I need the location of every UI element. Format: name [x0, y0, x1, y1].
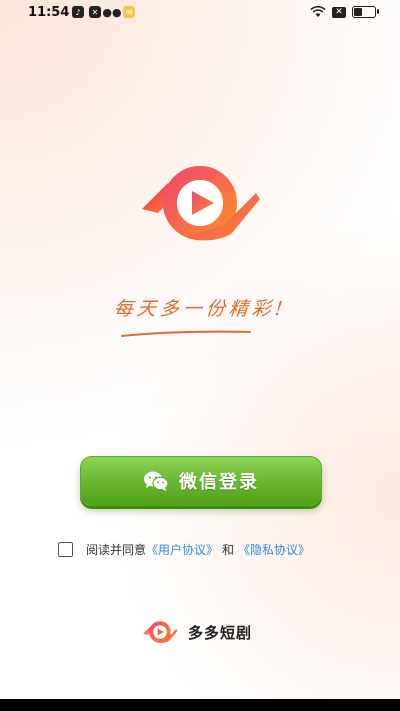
agreement-row: 阅读并同意 《用户协议》 和 《隐私协议》: [58, 541, 310, 558]
mail-icon: ✉: [123, 6, 135, 18]
agreement-and: 和: [222, 543, 235, 557]
background: [0, 0, 400, 711]
agreement-checkbox[interactable]: [58, 542, 73, 557]
agreement-prefix: 阅读并同意: [86, 543, 147, 557]
slogan-text: 每天多一份精彩!: [112, 298, 288, 320]
wechat-login-button[interactable]: 微信登录: [80, 456, 322, 506]
sim-icon: ✕: [332, 6, 346, 18]
wifi-icon: [310, 6, 326, 17]
slogan: 每天多一份精彩!: [0, 294, 400, 321]
battery-icon: [352, 6, 379, 18]
privacy-policy-link[interactable]: 《隐私协议》: [238, 541, 310, 558]
app-logo-icon: [142, 166, 260, 241]
slogan-underline: [121, 330, 251, 337]
notification-icons: ♪ ✕ ●● ✉: [72, 5, 135, 19]
tiktok-icon: ♪: [72, 6, 84, 18]
capcut-icon: ✕: [89, 6, 101, 18]
wechat-icon: ●●: [102, 5, 122, 19]
system-icons: ✕: [310, 6, 379, 18]
status-time: 11:54: [28, 5, 70, 20]
wechat-login-label: 微信登录: [179, 472, 259, 493]
brand: 多多短剧: [142, 620, 252, 644]
status-bar: 11:54 ♪ ✕ ●● ✉ ✕: [0, 0, 400, 26]
brand-logo-icon: [143, 621, 178, 643]
user-agreement-link[interactable]: 《用户协议》: [146, 541, 218, 558]
navigation-bar: [0, 699, 400, 711]
wechat-icon: [144, 471, 169, 491]
brand-name: 多多短剧: [188, 623, 253, 642]
